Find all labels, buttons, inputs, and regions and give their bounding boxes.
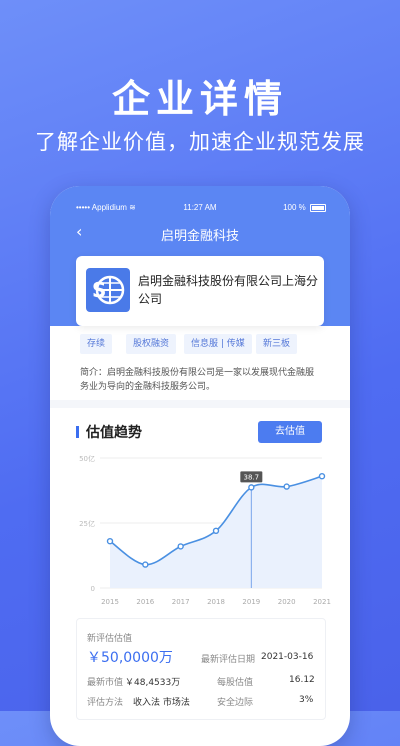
x-tick-label: 2021 — [313, 598, 331, 606]
hero-subtitle: 了解企业价值，加速企业规范发展 — [35, 130, 365, 154]
section-marker — [76, 426, 79, 438]
x-tick-label: 2019 — [242, 598, 260, 606]
safety-margin-label: 安全边际 — [217, 698, 254, 708]
x-tick-label: 2017 — [172, 598, 190, 606]
go-valuation-button[interactable]: 去估值 — [258, 421, 322, 443]
hero-title: 企业详情 — [111, 77, 288, 121]
status-bar: ••••• Applidium ≋ 11:27 AM 100 % — [50, 200, 350, 216]
section-title: 估值趋势 — [86, 425, 142, 441]
method-label: 评估方法 — [87, 698, 124, 708]
company-intro: 简介：启明金融科技股份有限公司是一家以发展现代金融服务业为导向的金融科技服务公司… — [80, 368, 315, 392]
svg-text:S: S — [92, 278, 106, 302]
tag-equity-financing: 股权融资 — [126, 334, 177, 354]
per-share-value: 16.12 — [289, 675, 315, 685]
battery-percent: 100 % — [283, 203, 306, 212]
date-value: 2021-03-16 — [261, 652, 314, 662]
company-card: S 启明金融科技股份有限公司上海分公司 — [76, 256, 324, 326]
data-point — [318, 473, 326, 480]
data-point — [177, 543, 184, 550]
data-point — [248, 484, 255, 491]
latest-valuation-value: ￥50,0000万 — [87, 650, 173, 666]
highlight-label: 38.7 — [244, 473, 260, 481]
company-name: 启明金融科技股份有限公司上海分公司 — [138, 274, 319, 306]
phone-frame: ••••• Applidium ≋ 11:27 AM 100 % ‹ 启明金融科… — [50, 186, 350, 746]
battery-indicator: 100 % — [283, 203, 326, 212]
x-tick-label: 2016 — [136, 598, 154, 606]
date-label: 最新评估日期 — [201, 655, 256, 665]
method-value: 收入法 市场法 — [133, 698, 190, 708]
tag-list: 存续 股权融资 信息服 | 传媒 新三板 — [80, 334, 330, 356]
tag-status: 存续 — [80, 334, 113, 354]
x-tick-label: 2015 — [101, 598, 119, 606]
per-share-label: 每股估值 — [217, 678, 254, 688]
data-point — [106, 537, 114, 545]
y-tick-label: 0 — [91, 585, 95, 593]
tag-market: 新三板 — [256, 334, 298, 354]
nav-bar: ‹ 启明金融科技 — [50, 220, 350, 246]
battery-icon — [310, 203, 326, 212]
y-tick-label: 25亿 — [79, 519, 95, 528]
data-point — [212, 527, 220, 535]
x-tick-label: 2020 — [278, 598, 296, 606]
data-point — [142, 561, 149, 568]
nav-title: 启明金融科技 — [160, 229, 239, 244]
y-tick-label: 50亿 — [79, 454, 95, 463]
latest-valuation-label: 新评估估值 — [87, 634, 133, 644]
company-logo-icon: S — [86, 268, 130, 312]
valuation-trend-chart: 50亿 25亿 0 38.7 2015 2016 2017 2018 2019 2020 2021 — [79, 454, 331, 606]
market-value-label: 最新市值 — [87, 678, 124, 688]
data-point — [283, 483, 290, 490]
section-divider — [50, 400, 350, 408]
market-value: ￥48,4533万 — [125, 678, 181, 688]
safety-margin-value: 3% — [299, 695, 314, 705]
x-tick-label: 2018 — [207, 598, 225, 606]
tag-industry: 信息服 | 传媒 — [184, 334, 252, 354]
valuation-stats: 新评估估值 ￥50,0000万 最新评估日期 2021-03-16 最新市值 ￥… — [76, 618, 326, 720]
